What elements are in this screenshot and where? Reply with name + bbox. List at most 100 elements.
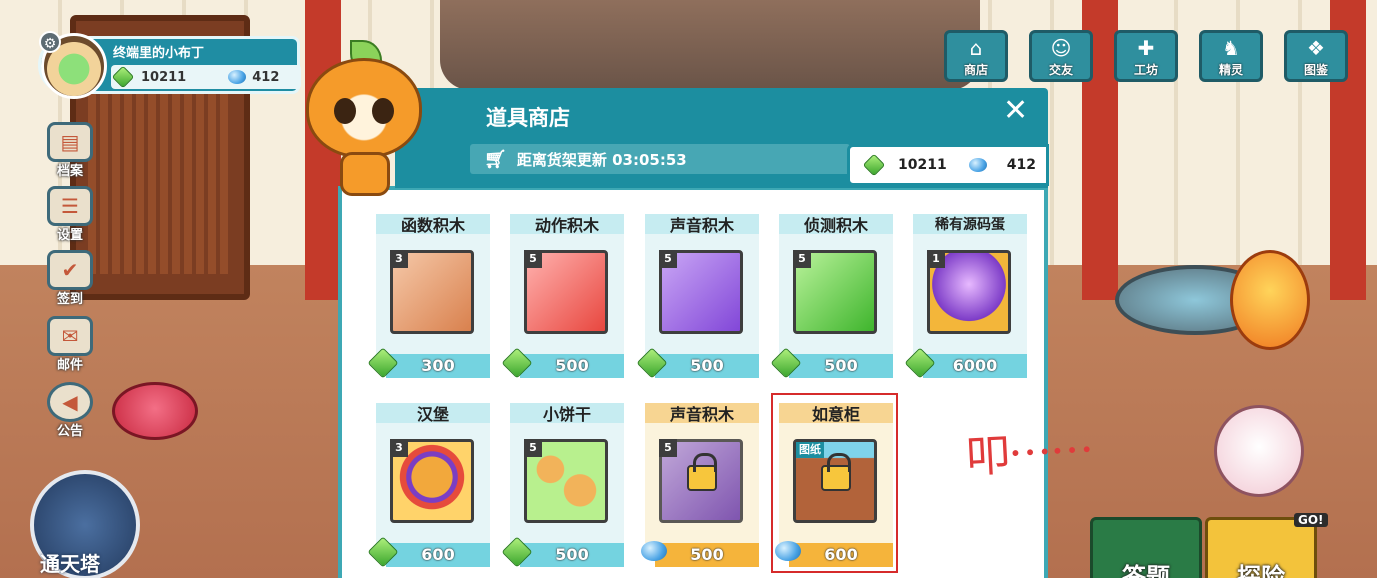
timer-label: 距离货架更新 03:05:53 — [516, 150, 687, 169]
shop-title: 道具商店 — [486, 106, 570, 130]
item-title: 稀有源码蛋 — [935, 217, 1005, 233]
item-level: 5 — [793, 250, 811, 268]
shelf-refresh-timer: 🛒︎ 距离货架更新 03:05:53 — [470, 144, 850, 174]
item-price[interactable]: 500 — [655, 543, 759, 567]
nav-label: 工坊 — [1133, 63, 1158, 77]
nav-pets[interactable]: ♞ 精灵 — [1199, 30, 1263, 82]
nav-workshop[interactable]: ✚ 工坊 — [1114, 30, 1178, 82]
settings-icon: ☰ — [47, 186, 93, 226]
gear-icon[interactable]: ⚙ — [39, 31, 61, 53]
gem-icon — [862, 153, 886, 177]
menu-checkin[interactable]: ✔ 签到 — [40, 250, 100, 307]
shop-item-motion-block[interactable]: 动作积木 5 500 — [501, 214, 624, 380]
item-title: 函数积木 — [400, 216, 465, 235]
nav-collection[interactable]: ❖ 图鉴 — [1284, 30, 1348, 82]
lock-icon — [687, 453, 717, 491]
item-title: 小饼干 — [542, 405, 591, 424]
crystal-icon — [228, 70, 247, 84]
explore-label: 探险 — [1237, 563, 1285, 578]
mascot-eye — [372, 98, 394, 124]
item-level: 5 — [659, 250, 677, 268]
menu-label: 邮件 — [56, 358, 83, 373]
menu-label: 公告 — [56, 424, 83, 439]
item-price[interactable]: 500 — [520, 354, 624, 378]
gem-icon — [367, 347, 399, 379]
shop-gem-count: 10211 — [898, 157, 947, 173]
item-price[interactable]: 6000 — [923, 354, 1027, 378]
menu-mail[interactable]: ✉ 邮件 — [40, 316, 100, 373]
item-price[interactable]: 500 — [789, 354, 893, 378]
crystal-icon — [968, 158, 987, 172]
go-badge: GO! — [1294, 513, 1328, 527]
pet-icon: ♞ — [1222, 36, 1240, 60]
item-level: 3 — [390, 439, 408, 457]
gem-count: 10211 — [141, 69, 187, 85]
shop-icon: ⌂ — [969, 36, 983, 60]
gem-icon — [904, 347, 936, 379]
item-level: 5 — [659, 439, 677, 457]
phoenix-pet[interactable] — [1230, 250, 1310, 350]
nav-friends[interactable]: ☺ 交友 — [1029, 30, 1093, 82]
handwritten-annotation: 叩⋯⋯ — [964, 425, 1094, 484]
shop-item-sound-block[interactable]: 声音积木 5 500 — [636, 214, 759, 380]
background-roof — [440, 0, 980, 90]
player-name: 终端里的小布丁 — [113, 46, 205, 61]
file-icon: ▤ — [47, 122, 93, 162]
crystal-count: 412 — [252, 69, 280, 85]
player-profile[interactable]: ⚙ 终端里的小布丁 10211 412 — [38, 31, 301, 99]
book-icon: ❖ — [1307, 36, 1325, 60]
answer-button[interactable]: 答题 — [1090, 517, 1202, 578]
item-level: 5 — [524, 439, 542, 457]
mascot-head — [306, 58, 422, 158]
item-price[interactable]: 300 — [386, 354, 490, 378]
chat-icon: ☺ — [1050, 36, 1072, 60]
shop-item-sensing-block[interactable]: 侦测积木 5 500 — [770, 214, 893, 380]
shop-item-cookie[interactable]: 小饼干 5 500 — [501, 403, 624, 569]
tools-icon: ✚ — [1137, 36, 1155, 60]
shop-item-sound-block-locked[interactable]: 声音积木 5 500 — [641, 403, 759, 569]
item-price[interactable]: 500 — [655, 354, 759, 378]
item-title: 声音积木 — [669, 405, 734, 424]
answer-label: 答题 — [1122, 563, 1170, 578]
selection-highlight — [771, 393, 898, 573]
gem-icon — [501, 536, 533, 568]
item-title: 侦测积木 — [803, 216, 868, 235]
gem-icon — [111, 65, 135, 89]
gem-icon — [770, 347, 802, 379]
megaphone-icon: ◀ — [47, 382, 93, 422]
mascot-eye — [334, 98, 356, 124]
player-resources: 10211 412 — [111, 65, 301, 89]
tower-label: 通天塔 — [40, 552, 100, 576]
close-button[interactable]: ✕ — [1003, 95, 1028, 127]
pink-cow-pet[interactable] — [1214, 405, 1304, 497]
nav-label: 商店 — [963, 63, 988, 77]
shop-item-burger[interactable]: 汉堡 3 600 — [367, 403, 490, 569]
nav-label: 精灵 — [1218, 63, 1243, 77]
item-level: 5 — [524, 250, 542, 268]
item-level: 1 — [927, 250, 945, 268]
nav-label: 图鉴 — [1303, 63, 1328, 77]
calendar-icon: ✔ — [47, 250, 93, 290]
fox-mascot — [306, 40, 422, 200]
item-title: 动作积木 — [534, 216, 599, 235]
shop-currency: 10211 412 — [847, 144, 1049, 186]
item-title: 声音积木 — [669, 216, 734, 235]
menu-label: 档案 — [56, 164, 83, 179]
item-title: 汉堡 — [416, 405, 449, 424]
menu-announcement[interactable]: ◀ 公告 — [40, 382, 100, 439]
shop-item-function-block[interactable]: 函数积木 3 300 — [367, 214, 490, 380]
cart-icon: 🛒︎ — [484, 148, 507, 170]
nav-shop[interactable]: ⌂ 商店 — [944, 30, 1008, 82]
item-price[interactable]: 500 — [520, 543, 624, 567]
nav-label: 交友 — [1048, 63, 1073, 77]
red-cow-pet[interactable] — [112, 382, 198, 440]
shop-crystal-count: 412 — [1006, 157, 1036, 173]
mascot-body — [340, 152, 390, 196]
mail-icon: ✉ — [47, 316, 93, 356]
item-level: 3 — [390, 250, 408, 268]
menu-label: 签到 — [56, 292, 83, 307]
menu-profile-file[interactable]: ▤ 档案 — [40, 122, 100, 179]
menu-settings[interactable]: ☰ 设置 — [40, 186, 100, 243]
item-price[interactable]: 600 — [386, 543, 490, 567]
shop-item-rare-egg[interactable]: 稀有源码蛋 1 6000 — [904, 214, 1027, 380]
